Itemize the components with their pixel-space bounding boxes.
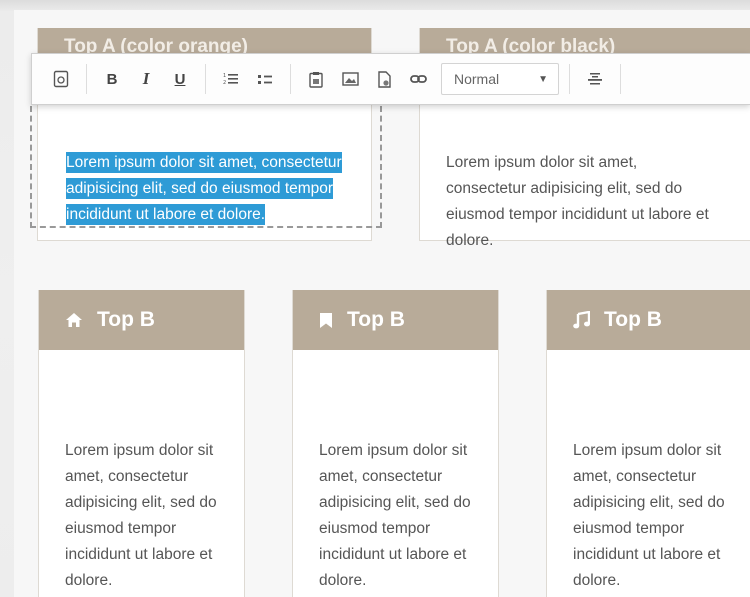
- svg-text:2: 2: [223, 80, 226, 86]
- bold-button[interactable]: B: [95, 53, 129, 105]
- top-b-card-text: Lorem ipsum dolor sit amet, consectetur …: [65, 442, 217, 589]
- editor-toolbar: B I U 12 Normal ▼: [31, 53, 750, 105]
- top-b-card-title[interactable]: Top B: [604, 308, 662, 332]
- top-b-card-header: Top B: [547, 290, 750, 350]
- top-b-card-text: Lorem ipsum dolor sit amet, consectetur …: [319, 442, 471, 589]
- selected-text[interactable]: Lorem ipsum dolor sit amet, consectetur …: [66, 152, 342, 225]
- top-b-card[interactable]: Top B Lorem ipsum dolor sit amet, consec…: [38, 290, 245, 597]
- top-b-card-text: Lorem ipsum dolor sit amet, consectetur …: [573, 442, 725, 589]
- home-icon: [65, 312, 83, 328]
- svg-text:1: 1: [223, 73, 226, 79]
- toolbar-divider: [290, 64, 291, 94]
- top-b-card-body[interactable]: Lorem ipsum dolor sit amet, consectetur …: [547, 350, 750, 594]
- source-code-icon[interactable]: [44, 53, 78, 105]
- numbered-list-icon[interactable]: 12: [214, 53, 248, 105]
- top-b-card[interactable]: Top B Lorem ipsum dolor sit amet, consec…: [546, 290, 750, 597]
- top-b-card-body[interactable]: Lorem ipsum dolor sit amet, consectetur …: [39, 350, 244, 594]
- top-b-card-header: Top B: [293, 290, 498, 350]
- top-b-card-header: Top B: [39, 290, 244, 350]
- bookmark-icon: [319, 312, 333, 329]
- top-b-card-title[interactable]: Top B: [347, 308, 405, 332]
- dropdown-caret-icon: ▼: [538, 73, 548, 85]
- link-icon[interactable]: [401, 53, 435, 105]
- music-note-icon: [573, 311, 590, 329]
- image-icon[interactable]: [333, 53, 367, 105]
- format-select-value: Normal: [454, 71, 500, 87]
- paragraph-format-select[interactable]: Normal ▼: [441, 63, 559, 95]
- paste-icon[interactable]: [299, 53, 333, 105]
- top-b-card[interactable]: Top B Lorem ipsum dolor sit amet, consec…: [292, 290, 499, 597]
- toolbar-divider: [569, 64, 570, 94]
- italic-button[interactable]: I: [129, 53, 163, 105]
- toolbar-divider: [86, 64, 87, 94]
- top-b-card-title[interactable]: Top B: [97, 308, 155, 332]
- file-icon[interactable]: [367, 53, 401, 105]
- bulleted-list-icon[interactable]: [248, 53, 282, 105]
- horizontal-rule-icon[interactable]: [578, 53, 612, 105]
- toolbar-divider: [620, 64, 621, 94]
- top-b-card-body[interactable]: Lorem ipsum dolor sit amet, consectetur …: [293, 350, 498, 594]
- toolbar-divider: [205, 64, 206, 94]
- underline-button[interactable]: U: [163, 53, 197, 105]
